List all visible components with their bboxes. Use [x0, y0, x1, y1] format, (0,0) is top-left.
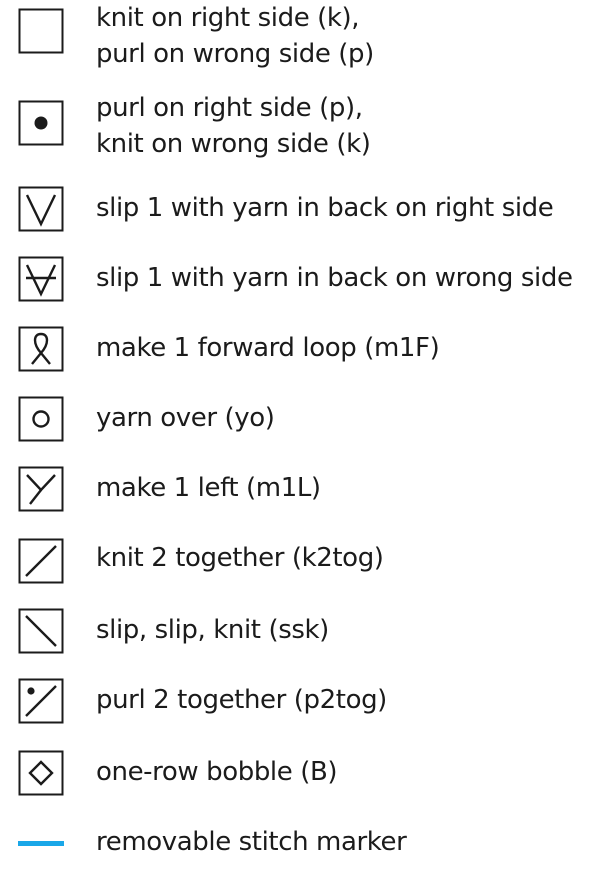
legend-label-line: slip 1 with yarn in back on right side: [96, 193, 554, 223]
dot-icon: [18, 100, 64, 146]
legend-label: knit 2 together (k2tog): [96, 540, 384, 576]
legend-entry-knit: knit on right side (k), purl on wrong si…: [0, 0, 600, 76]
legend-label-line: slip 1 with yarn in back on wrong side: [96, 263, 573, 293]
legend-entry-p2tog: purl 2 together (p2tog): [0, 678, 600, 724]
slash-with-dot-icon: [18, 678, 64, 724]
legend-label: slip, slip, knit (ssk): [96, 612, 329, 648]
legend-entry-purl: purl on right side (p), knit on wrong si…: [0, 90, 600, 166]
v-with-bar-icon: [18, 256, 64, 302]
legend-label: purl 2 together (p2tog): [96, 682, 387, 718]
legend-entry-k2tog: knit 2 together (k2tog): [0, 538, 600, 584]
legend-entry-m1l: make 1 left (m1L): [0, 466, 600, 512]
diamond-icon: [18, 750, 64, 796]
legend-label-line: slip, slip, knit (ssk): [96, 615, 329, 645]
legend-label: slip 1 with yarn in back on wrong side: [96, 260, 573, 296]
circle-icon: [18, 396, 64, 442]
legend-entry-slip-rs: slip 1 with yarn in back on right side: [0, 186, 600, 232]
legend-entry-m1f: make 1 forward loop (m1F): [0, 326, 600, 372]
knitting-chart-legend: knit on right side (k), purl on wrong si…: [0, 0, 600, 893]
legend-label-line: knit on wrong side (k): [96, 129, 371, 159]
legend-entry-marker: removable stitch marker: [0, 822, 600, 868]
legend-label-line: purl 2 together (p2tog): [96, 685, 387, 715]
legend-entry-bobble: one-row bobble (B): [0, 750, 600, 796]
legend-entry-yo: yarn over (yo): [0, 396, 600, 442]
y-icon: [18, 466, 64, 512]
legend-label-line: knit on right side (k),: [96, 3, 360, 33]
legend-entry-ssk: slip, slip, knit (ssk): [0, 608, 600, 654]
legend-label: make 1 forward loop (m1F): [96, 330, 440, 366]
back-slash-icon: [18, 608, 64, 654]
legend-label-line: one-row bobble (B): [96, 757, 338, 787]
empty-square-icon: [18, 8, 64, 54]
legend-label: slip 1 with yarn in back on right side: [96, 190, 554, 226]
legend-label-line: yarn over (yo): [96, 403, 275, 433]
legend-label: purl on right side (p), knit on wrong si…: [96, 90, 371, 162]
legend-label: knit on right side (k), purl on wrong si…: [96, 0, 374, 72]
legend-label-line: removable stitch marker: [96, 827, 407, 857]
legend-label: yarn over (yo): [96, 400, 275, 436]
v-icon: [18, 186, 64, 232]
forward-loop-icon: [18, 326, 64, 372]
legend-entry-slip-ws: slip 1 with yarn in back on wrong side: [0, 256, 600, 302]
legend-label: removable stitch marker: [96, 824, 407, 860]
blue-dash-icon: [18, 822, 64, 868]
legend-label: make 1 left (m1L): [96, 470, 321, 506]
legend-label-line: purl on right side (p),: [96, 93, 363, 123]
legend-label-line: make 1 left (m1L): [96, 473, 321, 503]
legend-label-line: purl on wrong side (p): [96, 39, 374, 69]
legend-label: one-row bobble (B): [96, 754, 338, 790]
forward-slash-icon: [18, 538, 64, 584]
legend-label-line: knit 2 together (k2tog): [96, 543, 384, 573]
legend-label-line: make 1 forward loop (m1F): [96, 333, 440, 363]
